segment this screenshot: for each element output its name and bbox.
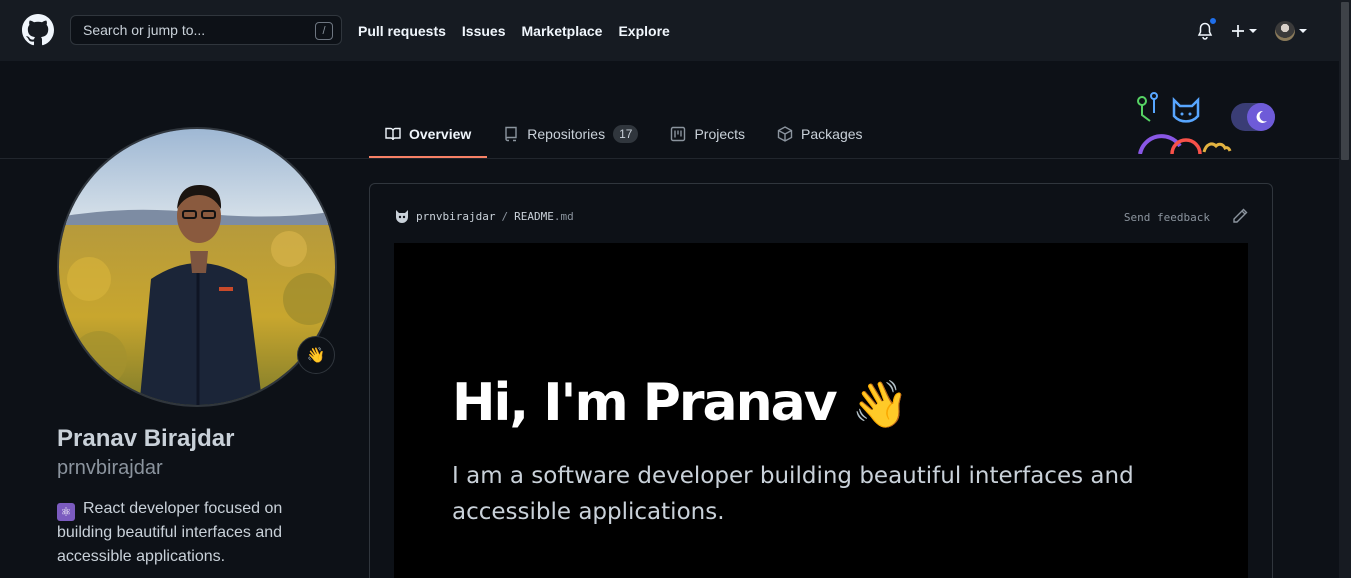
search-input[interactable] [83, 22, 303, 38]
tab-overview[interactable]: Overview [369, 110, 488, 158]
tab-label: Projects [694, 126, 746, 142]
tab-projects[interactable]: Projects [654, 110, 761, 158]
octocat-small-icon [396, 210, 408, 223]
tab-packages[interactable]: Packages [761, 110, 878, 158]
book-icon [385, 127, 401, 141]
wave-emoji-icon: 👋 [306, 347, 326, 364]
avatar [1275, 20, 1295, 41]
octocat-mascot-icon [1137, 92, 1232, 154]
notification-indicator [1208, 15, 1218, 26]
profile-tabs: Overview Repositories 17 Projects Packag… [369, 110, 879, 158]
bio-text: React developer focused on building beau… [57, 500, 283, 565]
nav-explore[interactable]: Explore [618, 23, 669, 39]
pencil-edit-icon[interactable] [1232, 208, 1248, 224]
page-scrollbar[interactable] [1339, 0, 1351, 578]
scrollbar-thumb[interactable] [1341, 2, 1349, 160]
project-icon [671, 126, 686, 142]
tab-label: Packages [801, 126, 863, 142]
header-actions [1197, 0, 1307, 61]
github-logo-icon[interactable] [22, 14, 54, 46]
package-icon [777, 126, 793, 142]
profile-photo [59, 129, 335, 405]
search-box[interactable]: / [70, 15, 342, 45]
readme-subtitle: I am a software developer building beaut… [452, 463, 1134, 525]
react-atom-icon: ⚛ [57, 503, 75, 521]
profile-avatar[interactable] [57, 127, 337, 407]
profile-bio: ⚛ React developer focused on building bea… [57, 497, 317, 569]
moon-icon [1247, 103, 1275, 131]
chevron-down-icon [1299, 28, 1307, 33]
tab-repositories[interactable]: Repositories 17 [487, 110, 654, 158]
heading-text: Hi, I'm Pranav [452, 373, 838, 433]
path-separator: / [501, 209, 509, 223]
plus-icon [1232, 24, 1244, 37]
profile-name: Pranav Birajdar [57, 425, 235, 452]
readme-heading: Hi, I'm Pranav 👋 [452, 373, 909, 433]
readme-banner: Hi, I'm Pranav 👋 I am a software develop… [394, 243, 1248, 578]
chevron-down-icon [1249, 28, 1257, 33]
repo-icon [505, 126, 517, 142]
readme-owner-link[interactable]: prnvbirajdar [416, 210, 495, 223]
user-menu-button[interactable] [1275, 20, 1307, 41]
nav-marketplace[interactable]: Marketplace [522, 23, 603, 39]
tab-label: Overview [409, 126, 472, 142]
send-feedback-link[interactable]: Send feedback [1124, 211, 1210, 224]
status-emoji-button[interactable]: 👋 [297, 336, 335, 374]
readme-card: prnvbirajdar / README.md Send feedback H… [369, 183, 1273, 578]
readme-file-link[interactable]: README.md [514, 210, 574, 223]
repo-count-badge: 17 [613, 125, 639, 143]
tab-label: Repositories [527, 126, 606, 142]
top-header: / Pull requests Issues Marketplace Explo… [0, 0, 1339, 61]
readme-breadcrumb: prnvbirajdar / README.md [394, 209, 574, 223]
nav-issues[interactable]: Issues [462, 23, 506, 39]
notifications-button[interactable] [1197, 15, 1218, 40]
main-nav: Pull requests Issues Marketplace Explore [358, 0, 670, 61]
wave-emoji-icon: 👋 [851, 377, 909, 431]
readme-file-ext: .md [553, 209, 574, 223]
profile-username: prnvbirajdar [57, 457, 163, 479]
theme-toggle[interactable] [1231, 103, 1275, 131]
create-new-button[interactable] [1231, 24, 1257, 38]
readme-file-name: README [514, 209, 554, 223]
search-shortcut-key: / [315, 22, 333, 40]
nav-pull-requests[interactable]: Pull requests [358, 23, 446, 39]
